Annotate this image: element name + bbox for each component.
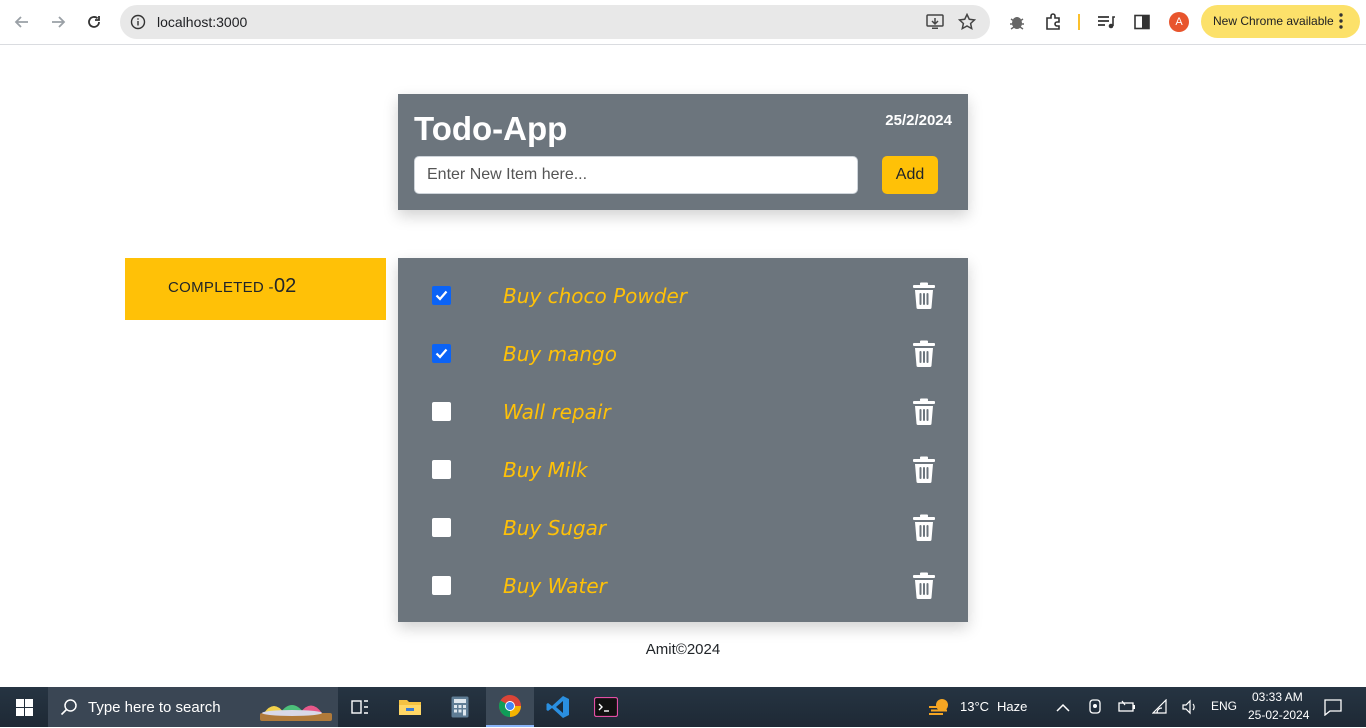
address-bar[interactable]: localhost:3000	[120, 5, 990, 39]
back-icon[interactable]	[10, 10, 34, 34]
url-text: localhost:3000	[157, 14, 248, 30]
todo-checkbox[interactable]	[432, 402, 451, 421]
checkmark-icon	[435, 348, 448, 359]
search-highlight-icon	[258, 691, 334, 728]
weather-haze-icon[interactable]	[928, 697, 952, 722]
todo-item: Buy choco Powder	[398, 266, 968, 324]
bookmark-star-icon[interactable]	[956, 11, 978, 33]
browser-toolbar: localhost:3000 A New Chrome available	[0, 0, 1366, 45]
clock-date[interactable]: 25-02-2024	[1248, 708, 1309, 722]
chrome-update-label: New Chrome available	[1213, 14, 1334, 28]
weather-desc[interactable]: Haze	[997, 699, 1027, 714]
volume-icon[interactable]	[1181, 699, 1199, 720]
todo-item: Buy mango	[398, 324, 968, 382]
toolbar-divider	[1078, 14, 1080, 30]
todo-item: Buy Sugar	[398, 498, 968, 556]
todo-header-card: Todo-App 25/2/2024 Add	[398, 94, 968, 210]
windows-taskbar: Type here to search 13°C Haze ENG 03:33	[0, 687, 1366, 727]
windows-start-icon[interactable]	[0, 687, 48, 727]
site-info-icon[interactable]	[130, 14, 146, 35]
task-view-icon[interactable]	[336, 687, 384, 727]
media-queue-icon[interactable]	[1095, 11, 1117, 33]
completed-label: COMPLETED -	[168, 279, 274, 296]
install-app-icon[interactable]	[924, 11, 946, 33]
todo-checkbox[interactable]	[432, 460, 451, 479]
chrome-update-button[interactable]: New Chrome available	[1201, 5, 1360, 38]
chrome-taskbar-icon[interactable]	[486, 687, 534, 727]
todo-checkbox[interactable]	[432, 518, 451, 537]
todo-item-label: Buy choco Powder	[503, 284, 687, 308]
extensions-puzzle-icon[interactable]	[1042, 11, 1064, 33]
todo-item: Buy Milk	[398, 440, 968, 498]
trash-icon[interactable]	[912, 572, 936, 599]
todo-item-label: Buy Milk	[503, 458, 588, 482]
taskbar-search-box[interactable]: Type here to search	[48, 687, 338, 727]
vscode-icon[interactable]	[534, 687, 582, 727]
footer-copyright: Amit©2024	[645, 641, 721, 658]
todo-checkbox[interactable]	[432, 576, 451, 595]
wifi-icon[interactable]	[1151, 698, 1168, 720]
taskbar-search-placeholder: Type here to search	[88, 699, 221, 716]
completed-count: 02	[274, 275, 297, 297]
todo-item: Wall repair	[398, 382, 968, 440]
clock-time[interactable]: 03:33 AM	[1252, 690, 1303, 704]
todo-item-label: Wall repair	[503, 400, 611, 424]
checkmark-icon	[435, 290, 448, 301]
current-date: 25/2/2024	[885, 112, 952, 129]
battery-icon[interactable]	[1118, 699, 1136, 720]
weather-temp[interactable]: 13°C	[960, 699, 989, 714]
notification-icon[interactable]	[1324, 698, 1342, 721]
chevron-up-icon[interactable]	[1056, 700, 1070, 718]
language-indicator[interactable]: ENG	[1211, 699, 1237, 713]
todo-item: Buy Water	[398, 556, 968, 614]
todo-list: Buy choco Powder Buy mango Wall repair B…	[398, 258, 968, 622]
todo-item-label: Buy Sugar	[503, 516, 607, 540]
reload-icon[interactable]	[82, 10, 106, 34]
add-button[interactable]: Add	[882, 156, 938, 194]
todo-item-label: Buy mango	[503, 342, 617, 366]
meet-now-icon[interactable]	[1087, 698, 1103, 721]
todo-item-label: Buy Water	[503, 574, 607, 598]
forward-icon[interactable]	[46, 10, 70, 34]
more-menu-icon[interactable]	[1338, 12, 1344, 35]
trash-icon[interactable]	[912, 282, 936, 309]
todo-checkbox[interactable]	[432, 344, 451, 363]
file-explorer-icon[interactable]	[386, 687, 434, 727]
trash-icon[interactable]	[912, 398, 936, 425]
new-item-input[interactable]	[414, 156, 858, 194]
terminal-icon[interactable]	[582, 687, 630, 727]
page-title: Todo-App	[414, 110, 568, 147]
calculator-icon[interactable]	[436, 687, 484, 727]
extension-bug-icon[interactable]	[1006, 11, 1028, 33]
trash-icon[interactable]	[912, 340, 936, 367]
trash-icon[interactable]	[912, 456, 936, 483]
profile-avatar[interactable]: A	[1169, 12, 1189, 32]
trash-icon[interactable]	[912, 514, 936, 541]
search-icon	[60, 698, 78, 721]
completed-counter: COMPLETED - 02	[125, 258, 386, 320]
side-panel-icon[interactable]	[1131, 11, 1153, 33]
todo-checkbox[interactable]	[432, 286, 451, 305]
